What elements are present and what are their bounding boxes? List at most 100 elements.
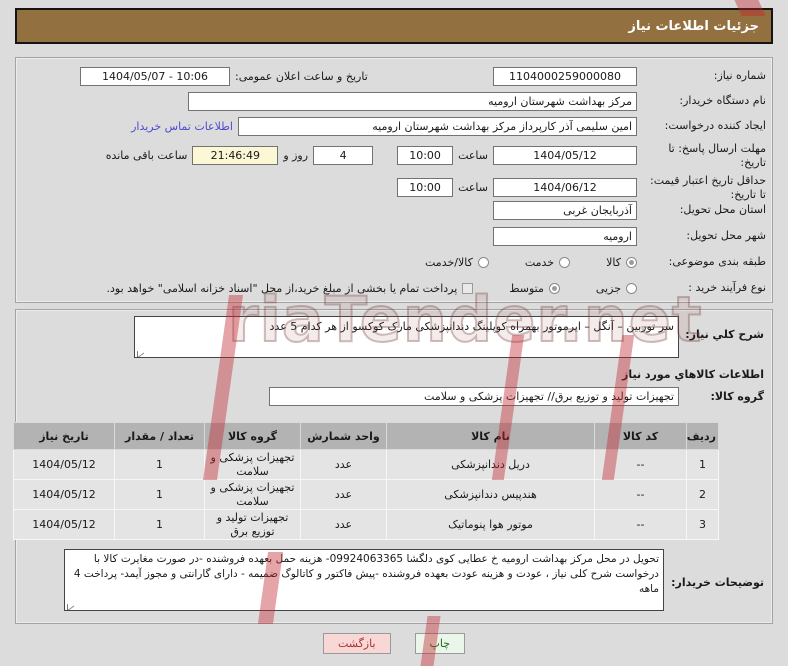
reply-deadline-date-field[interactable]: 1404/05/12 <box>493 146 637 166</box>
days-remaining-label: روز و <box>283 149 309 163</box>
buyer-contact-link[interactable]: اطلاعات تماس خریدار <box>131 120 233 133</box>
cell-quantity: 1 <box>114 509 205 540</box>
announce-label: تاریخ و ساعت اعلان عمومی: <box>235 69 368 83</box>
delivery-province-label: استان محل تحویل: <box>679 203 766 217</box>
cell-item-code: -- <box>594 449 687 480</box>
row-request-creator: ایجاد کننده درخواست: امین سلیمی آذر کارپ… <box>22 116 766 136</box>
cell-item-group: تجهیزات تولید و توزیع برق <box>204 509 301 540</box>
radio-goods-service[interactable] <box>477 256 489 268</box>
cell-unit: عدد <box>300 449 387 480</box>
cell-need-date: 1404/05/12 <box>13 479 115 510</box>
buyer-notes-value: تحویل در محل مرکز بهداشت ارومیه خ عطایی … <box>73 553 659 596</box>
cell-need-date: 1404/05/12 <box>13 449 115 480</box>
delivery-city-field[interactable]: ارومیه <box>493 226 637 246</box>
print-button[interactable]: چاپ <box>414 633 466 654</box>
row-purchase-process: نوع فرآیند خرید : جزیی متوسط پرداخت تمام… <box>22 278 766 298</box>
cell-item-code: -- <box>594 509 687 540</box>
cell-item-group: تجهیزات پزشکی و سلامت <box>204 479 301 510</box>
need-desc-field[interactable]: سر توربین – آنگل – ایرموتور بهمراه کوپلی… <box>134 316 679 358</box>
cell-quantity: 1 <box>114 449 205 480</box>
request-creator-field[interactable]: امین سلیمی آذر کارپرداز مرکز بهداشت شهرس… <box>238 116 637 136</box>
treasury-docs-checkbox[interactable] <box>462 282 474 294</box>
price-validity-label: حداقل تاریخ اعتبار قیمت: تا تاریخ: <box>650 174 766 201</box>
radio-goods-service-label: کالا/خدمت <box>425 255 473 269</box>
cell-row-index: 2 <box>686 479 719 510</box>
cell-item-group: تجهیزات پزشکی و سلامت <box>204 449 301 480</box>
goods-table-header-row: ردیف کد کالا نام کالا واحد شمارش گروه کا… <box>13 422 719 450</box>
row-price-validity: حداقل تاریخ اعتبار قیمت: تا تاریخ: 1404/… <box>22 174 766 202</box>
need-desc-value: سر توربین – آنگل – ایرموتور بهمراه کوپلی… <box>269 320 674 333</box>
col-item-group: گروه کالا <box>204 422 301 450</box>
need-info-panel: شماره نیاز: 1104000259000080 تاریخ و ساع… <box>15 57 773 303</box>
button-row: چاپ بازگشت <box>0 633 788 654</box>
delivery-province-field[interactable]: آذربایجان غربی <box>493 200 637 220</box>
radio-goods-label: کالا <box>606 255 621 269</box>
radio-service[interactable] <box>559 256 571 268</box>
row-reply-deadline: مهلت ارسال پاسخ: تا تاریخ: 1404/05/12 سا… <box>22 142 766 170</box>
row-subject-class: طبقه بندی موضوعی: کالا خدمت کالا/خدمت <box>22 252 766 272</box>
need-number-field[interactable]: 1104000259000080 <box>493 66 637 86</box>
row-need-number: شماره نیاز: 1104000259000080 تاریخ و ساع… <box>22 66 766 86</box>
page-title: جزئیات اطلاعات نیاز <box>628 18 759 34</box>
cell-row-index: 1 <box>686 449 719 480</box>
radio-medium-label: متوسط <box>509 281 544 295</box>
price-validity-date-field[interactable]: 1404/06/12 <box>493 178 637 198</box>
announce-field[interactable]: 1404/05/07 - 10:06 <box>80 66 230 86</box>
cell-row-index: 3 <box>686 509 719 540</box>
tender-detail-page: { "header": { "title": "جزئیات اطلاعات ن… <box>0 0 788 666</box>
buyer-notes-label: توضیحات خریدار: <box>671 576 764 589</box>
goods-group-field[interactable]: تجهیزات تولید و توزیع برق// تجهیزات پزشک… <box>269 387 679 406</box>
request-creator-label: ایجاد کننده درخواست: <box>664 119 766 133</box>
col-item-name: نام کالا <box>386 422 595 450</box>
radio-goods[interactable] <box>626 256 637 268</box>
cell-item-code: -- <box>594 479 687 510</box>
purchase-process-label: نوع فرآیند خرید : <box>688 281 766 295</box>
cell-item-name: دریل دندانپزشکی <box>386 449 595 480</box>
cell-unit: عدد <box>300 479 387 510</box>
table-row: 1 -- دریل دندانپزشکی عدد تجهیزات پزشکی و… <box>13 449 719 480</box>
goods-section-heading: اطلاعات کالاهاي مورد نیاز <box>622 368 764 381</box>
time-remaining-label: ساعت باقی مانده <box>105 149 188 163</box>
page-title-bar: جزئیات اطلاعات نیاز <box>15 8 773 44</box>
radio-minor[interactable] <box>626 282 637 294</box>
price-validity-time-field[interactable]: 10:00 <box>397 178 454 198</box>
radio-service-label: خدمت <box>524 255 555 269</box>
buyer-org-label: نام دستگاه خریدار: <box>679 94 766 108</box>
col-quantity: تعداد / مقدار <box>114 422 205 450</box>
delivery-city-label: شهر محل تحویل: <box>686 229 766 243</box>
buyer-org-field[interactable]: مرکز بهداشت شهرستان ارومیه <box>188 91 637 111</box>
days-remaining-field: 4 <box>313 146 374 166</box>
cell-item-name: هندپیس دندانپزشکی <box>386 479 595 510</box>
need-desc-label: شرح کلي نیاز: <box>685 328 764 341</box>
cell-unit: عدد <box>300 509 387 540</box>
radio-medium[interactable] <box>548 282 560 294</box>
need-number-label: شماره نیاز: <box>713 69 766 83</box>
row-buyer-org: نام دستگاه خریدار: مرکز بهداشت شهرستان ا… <box>22 91 766 111</box>
cell-quantity: 1 <box>114 479 205 510</box>
radio-minor-label: جزیی <box>595 281 621 295</box>
subject-class-label: طبقه بندی موضوعی: <box>668 255 766 269</box>
price-validity-time-label: ساعت <box>458 181 488 195</box>
col-item-code: کد کالا <box>594 422 687 450</box>
table-row: 3 -- موتور هوا پنوماتیک عدد تجهیزات تولی… <box>13 509 719 540</box>
reply-deadline-time-field[interactable]: 10:00 <box>397 146 454 166</box>
goods-info-panel: شرح کلي نیاز: سر توربین – آنگل – ایرموتو… <box>13 309 773 624</box>
reply-deadline-label: مهلت ارسال پاسخ: تا تاریخ: <box>668 142 766 169</box>
time-remaining-field: 21:46:49 <box>192 146 279 166</box>
resize-handle-icon[interactable] <box>67 599 74 610</box>
buyer-notes-field[interactable]: تحویل در محل مرکز بهداشت ارومیه خ عطایی … <box>64 549 664 611</box>
col-row-index: ردیف <box>686 422 719 450</box>
col-need-date: تاریخ نیاز <box>13 422 115 450</box>
goods-table: ردیف کد کالا نام کالا واحد شمارش گروه کا… <box>13 422 719 540</box>
goods-group-label: گروه کالا: <box>710 390 764 403</box>
treasury-docs-checkbox-label: پرداخت تمام یا بخشی از مبلغ خرید،از محل … <box>106 281 458 295</box>
resize-handle-icon[interactable] <box>137 346 144 357</box>
cell-item-name: موتور هوا پنوماتیک <box>386 509 595 540</box>
row-delivery-province: استان محل تحویل: آذربایجان غربی <box>22 200 766 220</box>
back-button[interactable]: بازگشت <box>322 633 391 654</box>
cell-need-date: 1404/05/12 <box>13 509 115 540</box>
col-unit: واحد شمارش <box>300 422 387 450</box>
row-delivery-city: شهر محل تحویل: ارومیه <box>22 226 766 246</box>
table-row: 2 -- هندپیس دندانپزشکی عدد تجهیزات پزشکی… <box>13 479 719 510</box>
reply-deadline-time-label: ساعت <box>458 149 488 163</box>
